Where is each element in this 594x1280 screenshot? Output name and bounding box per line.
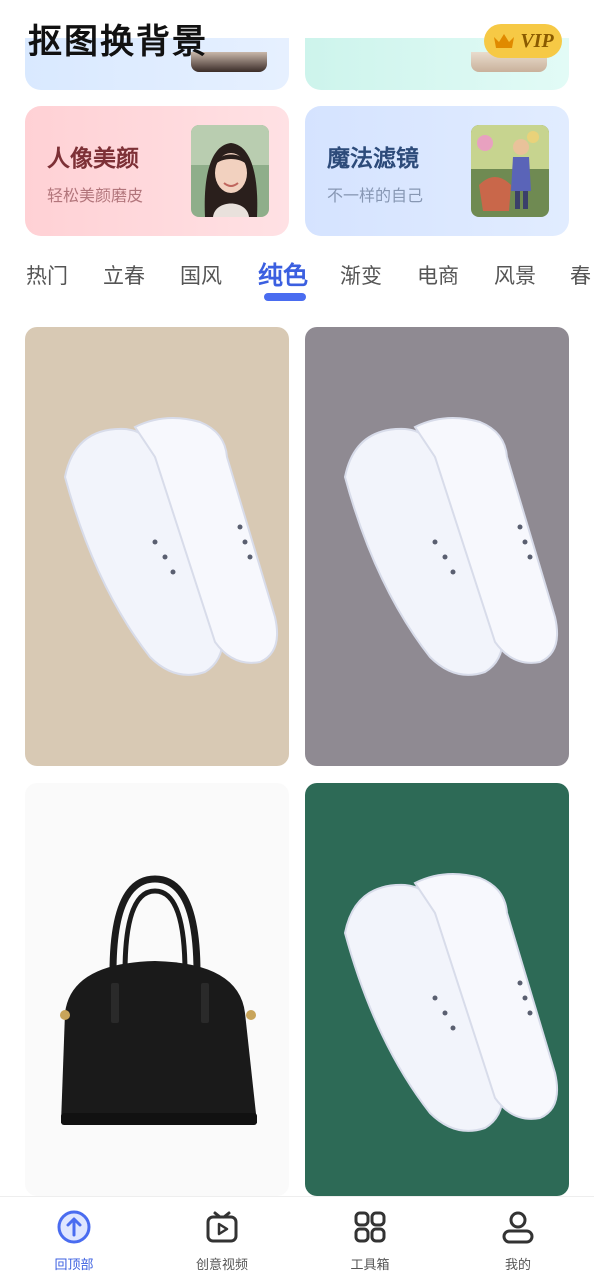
video-play-icon: [206, 1211, 238, 1243]
nav-label: 创意视频: [195, 1258, 248, 1273]
app-header: 抠图换背景 VIP: [0, 0, 594, 62]
sneakers-image: [305, 783, 569, 1196]
grid-apps-icon: [354, 1211, 386, 1243]
nav-profile[interactable]: 我的: [444, 1197, 592, 1280]
feature-subtitle: 不一样的自己: [327, 186, 424, 205]
nav-back-to-top[interactable]: 回顶部: [0, 1197, 148, 1280]
tab-spring-start[interactable]: 立春: [103, 260, 145, 290]
template-tile[interactable]: [25, 783, 289, 1196]
app-title: 抠图换背景: [28, 22, 208, 62]
magic-filter-card[interactable]: 魔法滤镜 不一样的自己: [305, 106, 569, 236]
portrait-thumbnail: [191, 125, 269, 217]
profile-icon: [502, 1211, 534, 1244]
tab-ecommerce[interactable]: 电商: [417, 260, 459, 290]
nav-label: 工具箱: [350, 1258, 390, 1273]
tab-spring[interactable]: 春: [570, 260, 591, 290]
feature-subtitle: 轻松美颜磨皮: [47, 186, 144, 205]
template-tile[interactable]: [305, 327, 569, 766]
crown-icon: [494, 34, 515, 48]
sneakers-image: [305, 327, 569, 766]
category-tabs: 热门 立春 国风 纯色 渐变 电商 风景 春: [0, 254, 594, 310]
fantasy-thumbnail: [471, 125, 549, 217]
tab-hot[interactable]: 热门: [26, 260, 68, 290]
portrait-beauty-card[interactable]: 人像美颜 轻松美颜磨皮: [25, 106, 289, 236]
template-tile[interactable]: [305, 783, 569, 1196]
vip-label: VIP: [520, 29, 554, 52]
nav-creative-video[interactable]: 创意视频: [148, 1197, 296, 1280]
nav-toolbox[interactable]: 工具箱: [296, 1197, 444, 1280]
bottom-nav: 回顶部 创意视频 工具箱 我的: [0, 1196, 594, 1280]
feature-title: 魔法滤镜: [327, 146, 419, 172]
template-tile[interactable]: [25, 327, 289, 766]
tab-solid-color[interactable]: 纯色: [258, 256, 308, 292]
tab-gradient[interactable]: 渐变: [340, 260, 382, 290]
sneakers-image: [25, 327, 289, 766]
handbag-image: [25, 783, 289, 1196]
tab-chinese-style[interactable]: 国风: [180, 260, 222, 290]
vip-button[interactable]: VIP: [484, 24, 562, 58]
nav-label: 回顶部: [54, 1258, 94, 1273]
tab-scenery[interactable]: 风景: [494, 260, 536, 290]
feature-title: 人像美颜: [47, 146, 139, 172]
active-tab-indicator: [264, 293, 306, 301]
arrow-up-circle-icon: [57, 1210, 91, 1244]
nav-label: 我的: [504, 1258, 531, 1273]
